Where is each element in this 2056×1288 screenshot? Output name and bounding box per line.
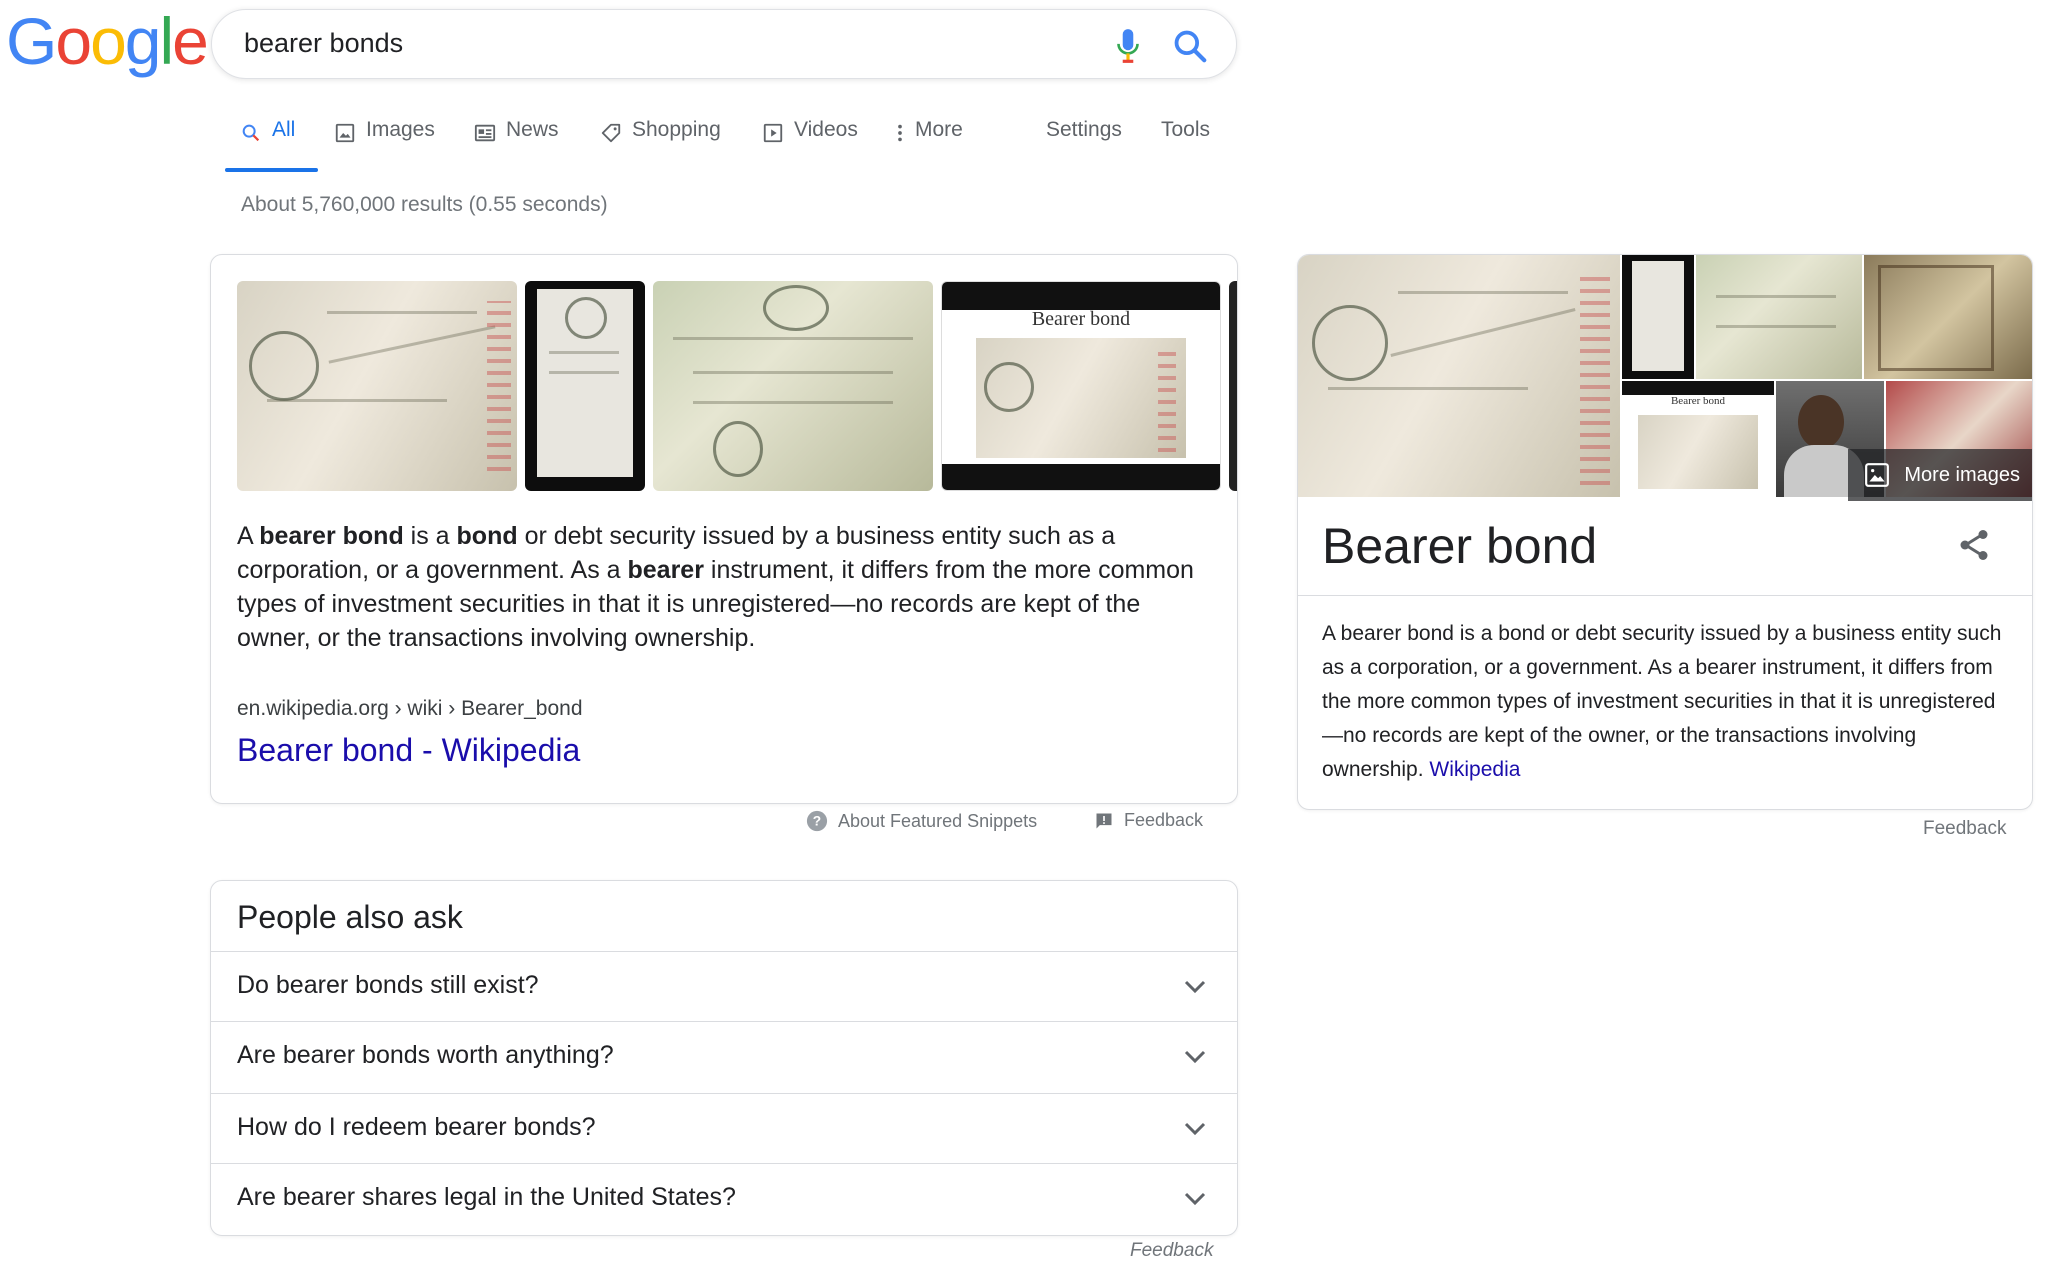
paa-question-text: Do bearer bonds still exist? — [237, 971, 539, 999]
tab-label: More — [915, 118, 963, 141]
people-also-ask: People also ask Do bearer bonds still ex… — [210, 880, 1238, 1236]
paa-feedback[interactable]: Feedback — [1130, 1240, 1213, 1262]
kp-divider — [1298, 595, 2032, 596]
image-icon — [335, 123, 355, 143]
tab-shopping[interactable]: Shopping — [600, 118, 721, 174]
snippet-text-part: is a — [403, 522, 457, 550]
snippet-text-bold: bearer — [627, 556, 704, 584]
kp-image-4[interactable] — [1864, 255, 2032, 379]
share-icon[interactable] — [1956, 527, 1992, 563]
about-snippets-label: About Featured Snippets — [838, 810, 1038, 831]
kp-description: A bearer bond is a bond or debt security… — [1322, 617, 2012, 787]
kp-thumb-caption: Bearer bond — [1670, 395, 1726, 407]
tab-settings[interactable]: Settings — [1046, 118, 1122, 174]
tab-videos[interactable]: Videos — [762, 118, 858, 174]
search-input[interactable]: bearer bonds — [244, 28, 403, 59]
featured-snippet: Bearer bond A bearer bond is a bond or d… — [210, 254, 1238, 804]
chevron-down-icon — [1184, 1122, 1206, 1136]
search-icon[interactable] — [1171, 27, 1209, 65]
kp-image-5[interactable]: Bearer bond — [1622, 381, 1774, 497]
chevron-down-icon — [1184, 1192, 1206, 1206]
tab-label: Shopping — [632, 118, 721, 141]
snippet-image-3[interactable] — [653, 281, 933, 491]
search-icon — [242, 124, 260, 142]
chevron-down-icon — [1184, 1050, 1206, 1064]
chevron-down-icon — [1184, 980, 1206, 994]
snippet-text-part: A — [237, 522, 260, 550]
tab-tools[interactable]: Tools — [1161, 118, 1210, 174]
tag-icon — [601, 123, 621, 143]
tab-label: All — [272, 118, 296, 141]
about-featured-snippets[interactable]: ? About Featured Snippets — [806, 810, 1037, 832]
paa-question-text: Are bearer bonds worth anything? — [237, 1041, 614, 1069]
snippet-text-bold: bearer bond — [259, 522, 404, 550]
paa-question[interactable]: Do bearer bonds still exist? — [211, 951, 1237, 1021]
microphone-icon[interactable] — [1115, 27, 1141, 65]
snippet-image-4[interactable]: Bearer bond — [941, 281, 1221, 491]
paa-question[interactable]: How do I redeem bearer bonds? — [211, 1093, 1237, 1163]
tab-all[interactable]: All — [240, 118, 295, 174]
tab-label: Tools — [1161, 118, 1211, 141]
logo-letter: o — [90, 4, 127, 78]
svg-text:?: ? — [813, 814, 821, 829]
more-images-button[interactable]: More images — [1848, 449, 2032, 501]
search-box[interactable]: bearer bonds — [211, 9, 1237, 79]
logo-letter: l — [159, 4, 175, 78]
snippet-url: en.wikipedia.org › wiki › Bearer_bond — [237, 697, 583, 720]
thumb-caption: Bearer bond — [1031, 308, 1131, 330]
tab-news[interactable]: News — [474, 118, 559, 174]
tab-label: Videos — [794, 118, 858, 141]
play-icon — [763, 123, 783, 143]
snippet-feedback[interactable]: Feedback — [1094, 810, 1203, 831]
paa-question[interactable]: Are bearer shares legal in the United St… — [211, 1163, 1237, 1233]
search-tabs: All Images News Shopping Videos More Set… — [0, 118, 1240, 174]
snippet-image-1[interactable] — [237, 281, 517, 491]
more-images-label: More images — [1904, 463, 2020, 486]
kp-title: Bearer bond — [1322, 518, 1598, 574]
help-icon: ? — [806, 810, 828, 832]
kp-description-text: A bearer bond is a bond or debt security… — [1322, 622, 2002, 781]
snippet-text: A bearer bond is a bond or debt security… — [237, 519, 1217, 655]
google-logo[interactable]: Google — [6, 4, 209, 78]
snippet-text-bold: bond — [456, 522, 518, 550]
paa-question[interactable]: Are bearer bonds worth anything? — [211, 1021, 1237, 1091]
feedback-icon — [1096, 813, 1112, 828]
logo-letter: g — [124, 4, 162, 78]
logo-letter: G — [6, 4, 57, 78]
kp-feedback[interactable]: Feedback — [1923, 818, 2006, 840]
paa-question-text: Are bearer shares legal in the United St… — [237, 1183, 736, 1211]
kp-source-link[interactable]: Wikipedia — [1429, 758, 1520, 781]
snippet-image-5[interactable] — [1229, 281, 1237, 491]
tab-label: Images — [366, 118, 435, 141]
paa-title: People also ask — [237, 899, 463, 935]
paa-question-text: How do I redeem bearer bonds? — [237, 1113, 596, 1141]
result-stats: About 5,760,000 results (0.55 seconds) — [241, 193, 608, 216]
tab-more[interactable]: More — [895, 118, 963, 174]
knowledge-panel: Bearer bond More images Bearer bond A be… — [1297, 254, 2033, 810]
tab-label: News — [506, 118, 559, 141]
kp-image-main[interactable] — [1298, 255, 1620, 497]
tab-images[interactable]: Images — [334, 118, 435, 174]
snippet-result-link[interactable]: Bearer bond - Wikipedia — [237, 732, 580, 769]
feedback-label: Feedback — [1124, 810, 1204, 830]
kp-image-2[interactable] — [1622, 255, 1694, 379]
dots-vertical-icon — [898, 124, 902, 142]
news-icon — [474, 124, 496, 142]
active-tab-indicator — [225, 168, 318, 172]
logo-letter: e — [172, 4, 209, 78]
image-icon — [1865, 463, 1890, 487]
tab-label: Settings — [1046, 118, 1122, 141]
snippet-image-2[interactable] — [525, 281, 645, 491]
kp-image-3[interactable] — [1696, 255, 1862, 379]
logo-letter: o — [55, 4, 92, 78]
